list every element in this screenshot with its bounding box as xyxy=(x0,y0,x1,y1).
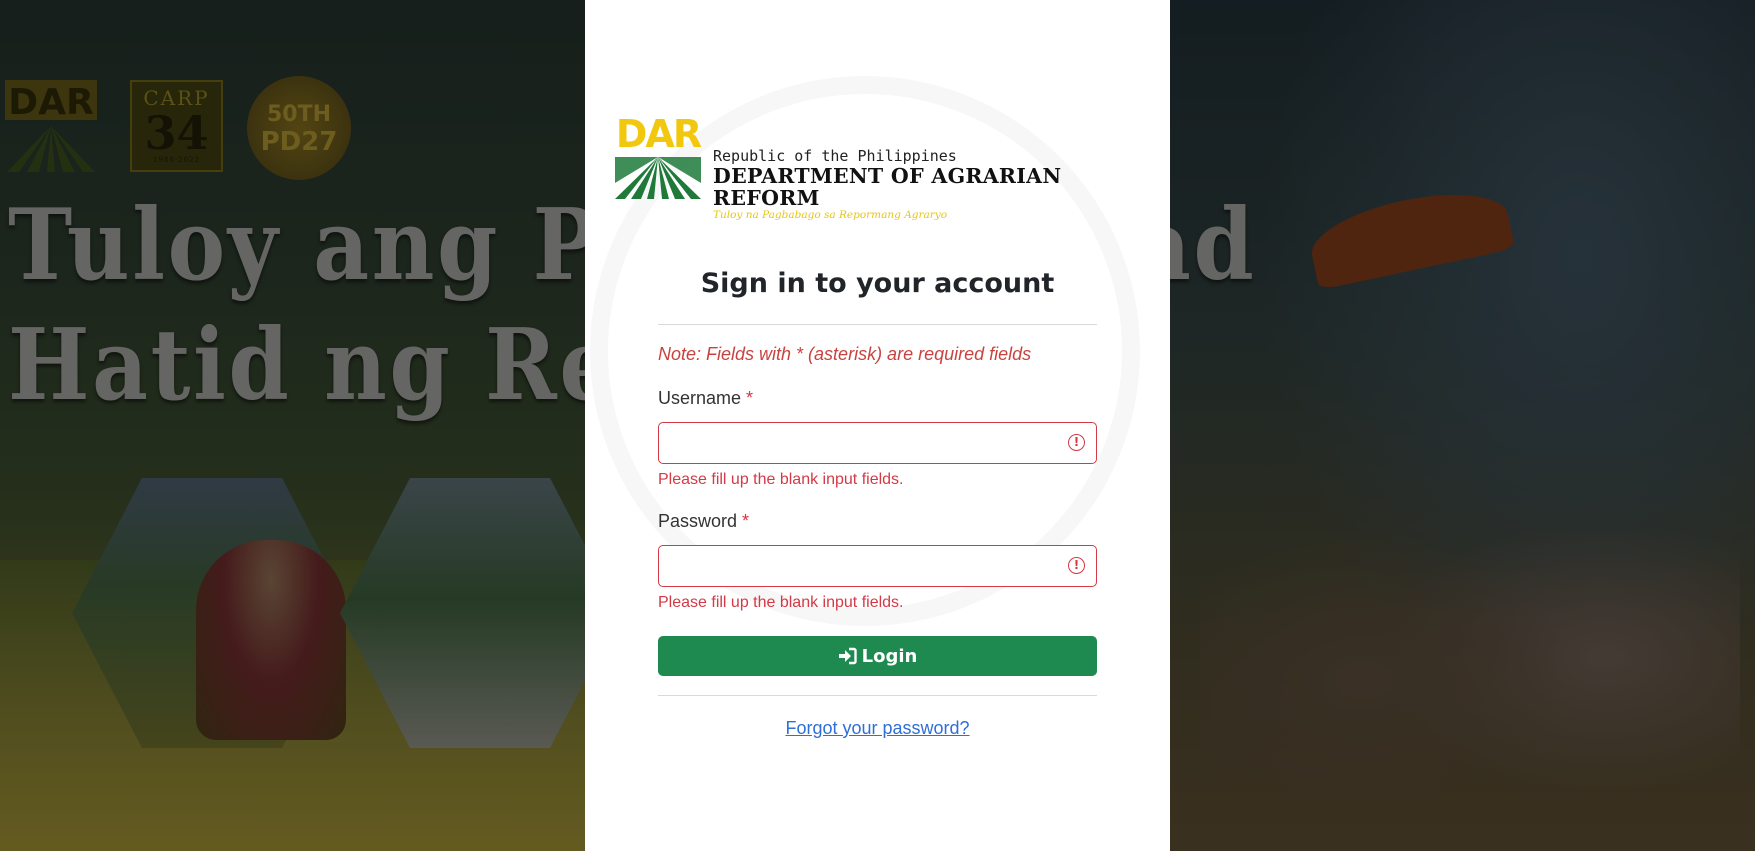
username-label-text: Username xyxy=(658,388,742,408)
page-title: Sign in to your account xyxy=(700,268,1055,299)
forgot-password-link[interactable]: Forgot your password? xyxy=(785,718,969,738)
sign-in-icon xyxy=(838,647,857,665)
password-label: Password * xyxy=(658,511,1097,535)
login-button-label: Login xyxy=(861,645,918,667)
password-field-wrapper: ! xyxy=(658,545,1097,587)
login-button[interactable]: Login xyxy=(658,636,1097,676)
username-required-mark: * xyxy=(746,388,754,408)
required-note: Note: Fields with * (asterisk) are requi… xyxy=(658,344,1032,364)
forgot-password-row: Forgot your password? xyxy=(658,718,1097,739)
username-label: Username * xyxy=(658,388,1097,412)
brand-header: DAR Republic of the Philippines DEPARTME… xyxy=(615,113,1145,221)
republic-text: Republic of the Philippines xyxy=(713,147,957,165)
divider-bottom xyxy=(658,695,1097,696)
password-required-mark: * xyxy=(742,511,750,531)
password-label-text: Password xyxy=(658,511,738,531)
password-error-icon: ! xyxy=(1068,557,1085,574)
brand-text: Republic of the Philippines DEPARTMENT O… xyxy=(713,147,1145,221)
password-input[interactable] xyxy=(659,546,1063,584)
login-form: Sign in to your account Note: Fields wit… xyxy=(658,258,1097,739)
password-error: Please fill up the blank input fields. xyxy=(658,594,904,611)
username-error: Please fill up the blank input fields. xyxy=(658,471,904,488)
brand-tagline: Tuloy na Pagbabago sa Repormang Agraryo xyxy=(713,209,948,221)
username-field-wrapper: ! xyxy=(658,422,1097,464)
divider-top xyxy=(658,324,1097,325)
username-input[interactable] xyxy=(659,423,1063,461)
username-error-icon: ! xyxy=(1068,434,1085,451)
dar-logo-icon: DAR xyxy=(615,113,701,199)
department-name: DEPARTMENT OF AGRARIAN REFORM xyxy=(713,164,1062,210)
